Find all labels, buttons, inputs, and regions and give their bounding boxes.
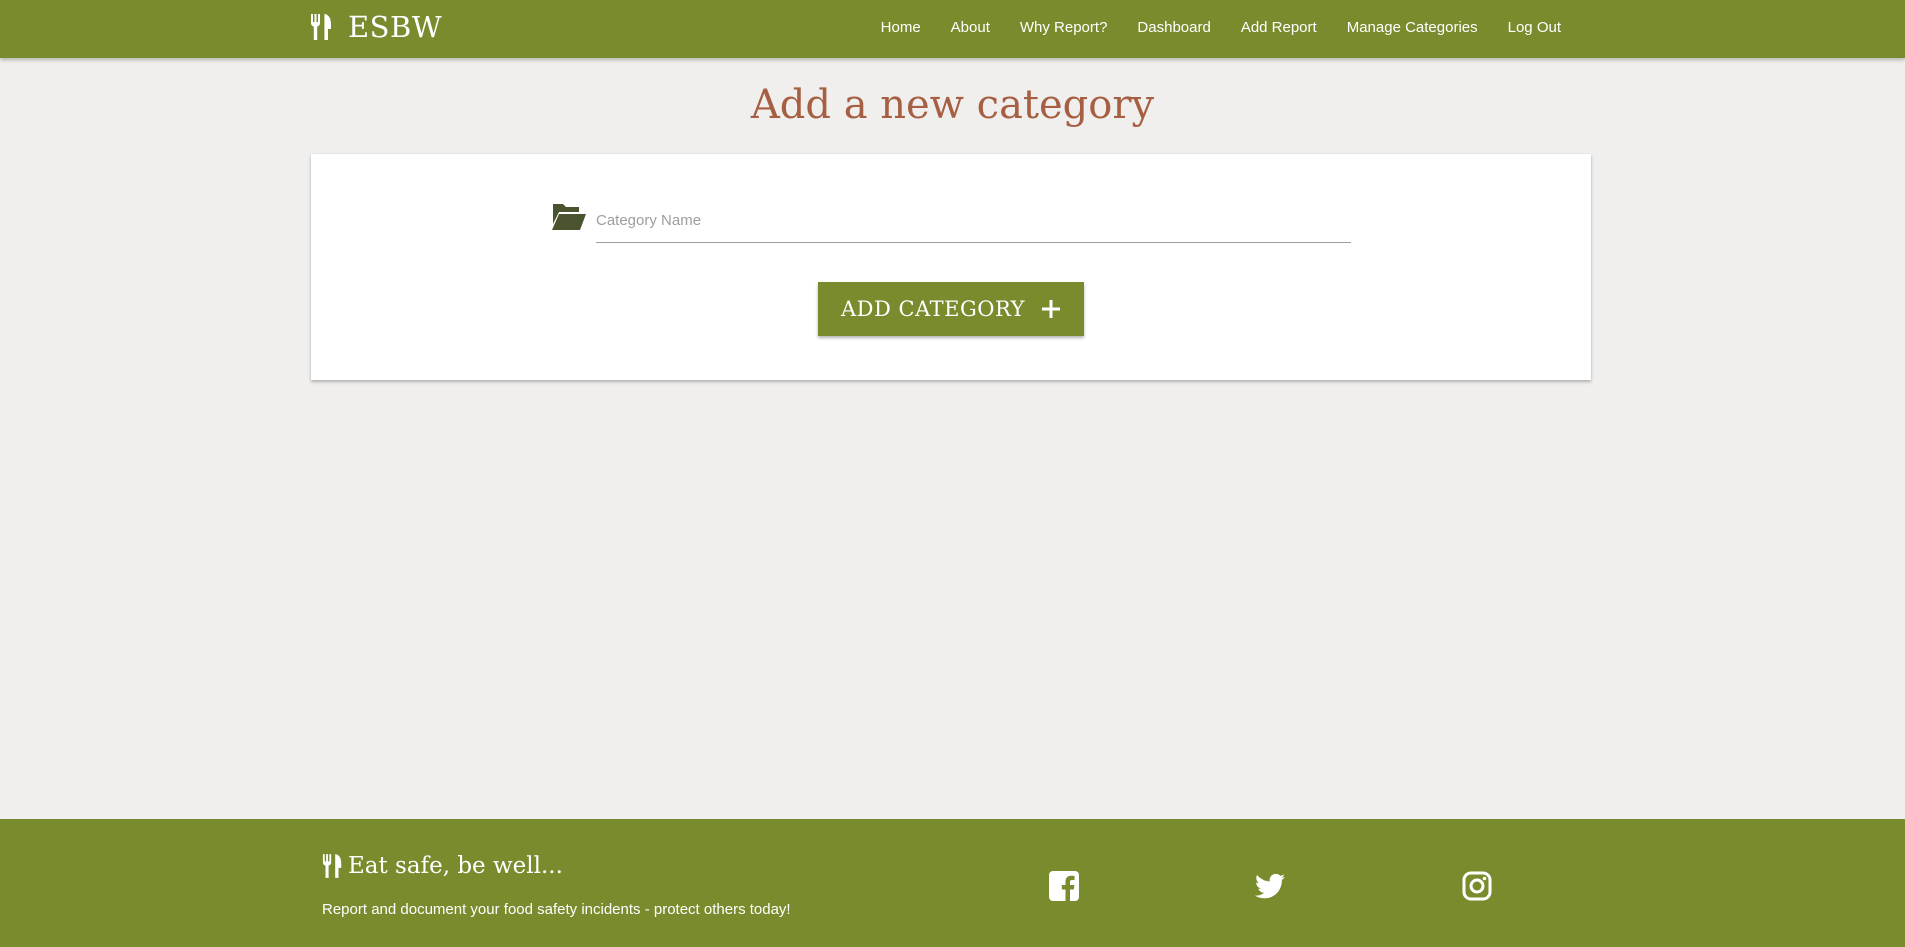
footer: Eat safe, be well... Report and document… bbox=[0, 819, 1905, 947]
add-category-button[interactable]: ADD CATEGORY bbox=[818, 282, 1084, 336]
twitter-link[interactable] bbox=[1255, 871, 1285, 901]
category-name-input[interactable] bbox=[596, 198, 1351, 243]
instagram-link[interactable] bbox=[1462, 871, 1492, 901]
instagram-icon bbox=[1462, 871, 1492, 901]
nav-link-dashboard[interactable]: Dashboard bbox=[1122, 19, 1225, 36]
nav-link-manage-categories[interactable]: Manage Categories bbox=[1332, 19, 1493, 36]
facebook-icon bbox=[1049, 871, 1079, 901]
folder-open-icon bbox=[552, 204, 586, 230]
facebook-link[interactable] bbox=[1049, 871, 1079, 901]
nav-link-why-report[interactable]: Why Report? bbox=[1005, 19, 1123, 36]
nav-link-about[interactable]: About bbox=[936, 19, 1005, 36]
nav-link-home[interactable]: Home bbox=[866, 19, 936, 36]
nav-link-add-report[interactable]: Add Report bbox=[1226, 19, 1332, 36]
nav-link-log-out[interactable]: Log Out bbox=[1493, 19, 1576, 36]
twitter-icon bbox=[1255, 873, 1285, 899]
page-title: Add a new category bbox=[750, 82, 1155, 128]
utensils-icon bbox=[322, 854, 342, 878]
footer-brand: Eat safe, be well... bbox=[322, 853, 563, 879]
footer-tagline: Eat safe, be well... bbox=[348, 853, 563, 879]
top-navbar: ESBW Home About Why Report? Dashboard Ad… bbox=[0, 0, 1905, 58]
category-name-field bbox=[551, 198, 1351, 254]
utensils-icon bbox=[311, 14, 331, 40]
nav-links: Home About Why Report? Dashboard Add Rep… bbox=[866, 0, 1576, 54]
add-category-label: ADD CATEGORY bbox=[841, 297, 1025, 321]
plus-icon bbox=[1041, 300, 1060, 318]
brand-name: ESBW bbox=[348, 10, 443, 44]
brand-logo[interactable]: ESBW bbox=[310, 0, 442, 54]
add-category-card: ADD CATEGORY bbox=[311, 154, 1591, 380]
footer-description: Report and document your food safety inc… bbox=[322, 901, 791, 918]
